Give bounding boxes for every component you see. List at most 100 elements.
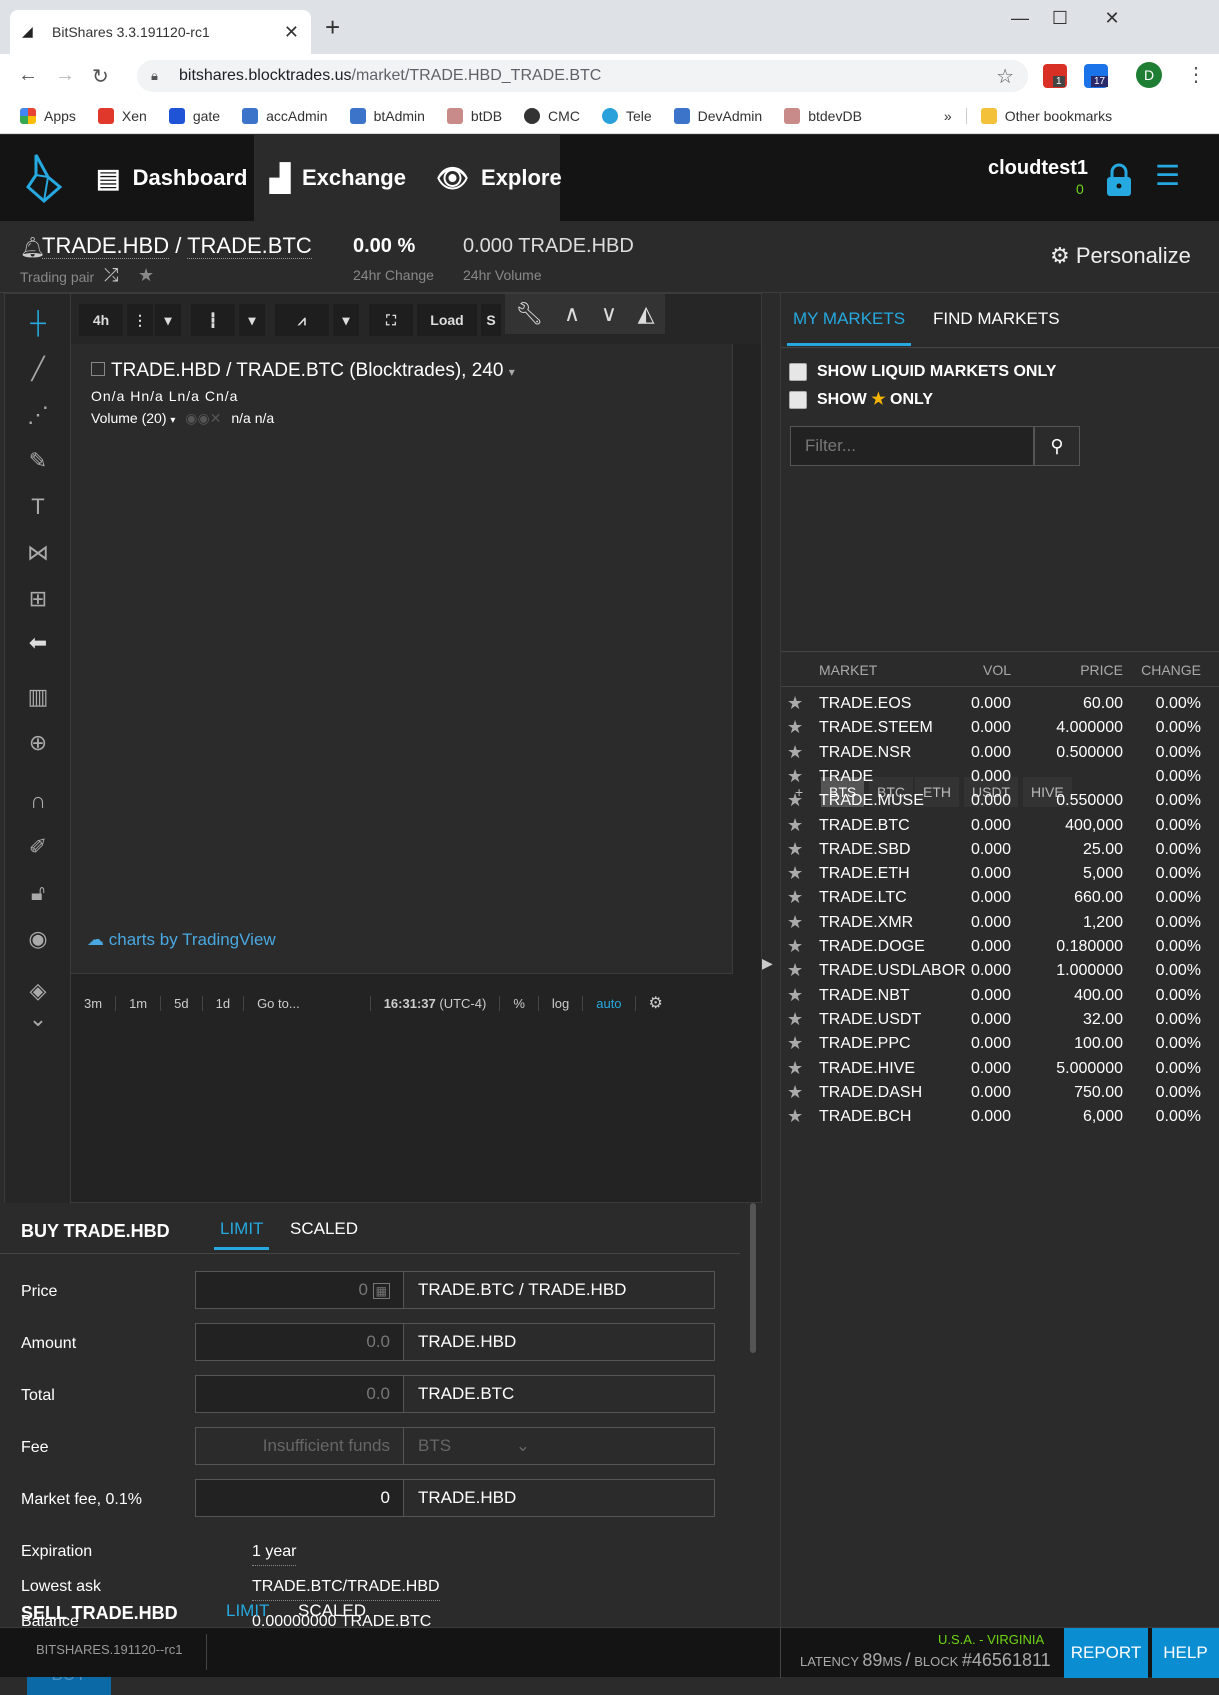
measure-tool-icon[interactable]: ⊞ bbox=[23, 586, 53, 612]
chart-canvas[interactable]: TRADE.HBD / TRADE.BTC (Blocktrades), 240… bbox=[71, 344, 733, 974]
reload-icon[interactable]: ↻ bbox=[92, 64, 109, 89]
profile-avatar[interactable]: D bbox=[1136, 62, 1162, 88]
market-row[interactable]: ★ TRADE.USDLABOR 0.000 1.000000 0.00% bbox=[781, 958, 1219, 984]
amount-input[interactable]: 0.0 bbox=[195, 1323, 405, 1361]
checkbox[interactable] bbox=[789, 390, 807, 409]
chevron-down-icon[interactable]: ▾ bbox=[509, 365, 515, 379]
scrollbar[interactable] bbox=[750, 1203, 756, 1353]
chevron-down-icon[interactable]: ∨ bbox=[601, 301, 617, 327]
address-bar[interactable]: 🔒︎ bitshares.blocktrades.us /market/TRAD… bbox=[137, 60, 1028, 92]
goto-date[interactable]: Go to... bbox=[244, 995, 371, 1011]
price-input[interactable]: 0 ▦ bbox=[195, 1271, 405, 1309]
bitshares-logo-icon[interactable] bbox=[26, 153, 63, 203]
percent-toggle[interactable]: % bbox=[500, 995, 539, 1011]
account-name[interactable]: cloudtest1 bbox=[988, 157, 1088, 180]
star-icon[interactable]: ★ bbox=[787, 912, 803, 933]
star-icon[interactable]: ★ bbox=[787, 1082, 803, 1103]
extension-icon[interactable]: 1 bbox=[1043, 64, 1067, 88]
collapse-icon[interactable] bbox=[91, 362, 105, 376]
star-icon[interactable]: ★ bbox=[787, 863, 803, 884]
bookmark-cmc[interactable]: CMC bbox=[524, 107, 580, 124]
checkbox[interactable] bbox=[789, 363, 807, 381]
star-icon[interactable]: ★ bbox=[787, 717, 803, 738]
market-row[interactable]: ★ TRADE.SBD 0.000 25.00 0.00% bbox=[781, 837, 1219, 863]
star-icon[interactable]: ★ bbox=[787, 693, 803, 714]
market-row[interactable]: ★ TRADE.NSR 0.000 0.500000 0.00% bbox=[781, 740, 1219, 766]
nav-dashboard[interactable]: ▤ Dashboard bbox=[80, 135, 264, 221]
liquid-only-checkbox[interactable]: SHOW LIQUID MARKETS ONLY bbox=[789, 363, 1056, 381]
market-row[interactable]: ★ TRADE.USDT 0.000 32.00 0.00% bbox=[781, 1007, 1219, 1033]
chart-settings-icon[interactable]: ⚙︎ bbox=[636, 993, 676, 1013]
star-icon[interactable]: ★ bbox=[787, 790, 803, 811]
report-button[interactable]: REPORT bbox=[1064, 1628, 1148, 1678]
range-3m[interactable]: 3m bbox=[71, 995, 117, 1011]
fib-tool-icon[interactable]: ⋰ bbox=[23, 402, 53, 428]
tab-scaled[interactable]: SCALED bbox=[290, 1219, 358, 1239]
hamburger-menu-icon[interactable]: ☰ bbox=[1155, 159, 1180, 192]
market-row[interactable]: ★ TRADE.DASH 0.000 750.00 0.00% bbox=[781, 1080, 1219, 1106]
crosshair-icon[interactable]: ┼ bbox=[23, 310, 53, 336]
header-market[interactable]: MARKET bbox=[819, 662, 877, 678]
market-row[interactable]: ★ TRADE.EOS 0.000 60.00 0.00% bbox=[781, 691, 1219, 717]
window-close-icon[interactable]: ✕ bbox=[1092, 8, 1132, 29]
pair-title[interactable]: TRADE.HBD / TRADE.BTC bbox=[42, 233, 312, 259]
bookmark-star-icon[interactable]: ☆ bbox=[996, 64, 1014, 89]
market-row[interactable]: ★ TRADE 0.000 0.00% bbox=[781, 764, 1219, 790]
candle-tool-icon[interactable]: ▥ bbox=[23, 684, 53, 710]
total-input[interactable]: 0.0 bbox=[195, 1375, 405, 1413]
pair-quote[interactable]: TRADE.BTC bbox=[187, 233, 312, 259]
bookmark-tele[interactable]: Tele bbox=[601, 107, 652, 124]
pattern-tool-icon[interactable]: ⋈ bbox=[23, 540, 53, 566]
text-tool-icon[interactable]: T bbox=[23, 494, 53, 520]
arrow-left-icon[interactable]: ⬅︎ bbox=[23, 630, 53, 656]
minimize-icon[interactable]: — bbox=[1000, 8, 1040, 29]
search-icon[interactable]: ⚲ bbox=[1034, 426, 1080, 466]
load-button[interactable]: Load bbox=[417, 304, 477, 336]
star-icon[interactable]: ★ bbox=[787, 887, 803, 908]
chevron-down-icon[interactable]: ▾ bbox=[239, 304, 265, 336]
header-price[interactable]: PRICE bbox=[1023, 662, 1123, 678]
bookmark-devadmin[interactable]: DevAdmin bbox=[673, 107, 762, 124]
interval-button[interactable]: 4h bbox=[79, 304, 123, 336]
star-icon[interactable]: ★ bbox=[787, 742, 803, 763]
maximize-icon[interactable]: ☐ bbox=[1040, 8, 1080, 29]
nav-exchange[interactable]: ▟ Exchange bbox=[254, 135, 420, 221]
area-chart-icon[interactable]: ◭ bbox=[638, 301, 655, 327]
magnet-icon[interactable]: ∩ bbox=[23, 788, 53, 814]
market-row[interactable]: ★ TRADE.LTC 0.000 660.00 0.00% bbox=[781, 885, 1219, 911]
market-row[interactable]: ★ TRADE.BCH 0.000 6,000 0.00% bbox=[781, 1104, 1219, 1130]
star-icon[interactable]: ★ bbox=[787, 815, 803, 836]
other-bookmarks[interactable]: Other bookmarks bbox=[965, 107, 1112, 124]
range-1m[interactable]: 1m bbox=[116, 995, 162, 1011]
new-tab-icon[interactable]: + bbox=[325, 14, 340, 40]
market-row[interactable]: ★ TRADE.HIVE 0.000 5.000000 0.00% bbox=[781, 1056, 1219, 1082]
fee-asset-select[interactable]: BTS ⌄ bbox=[403, 1427, 715, 1465]
lowest-ask-value[interactable]: TRADE.BTC/TRADE.HBD bbox=[252, 1578, 440, 1601]
chevron-down-icon[interactable]: ▾ bbox=[333, 304, 359, 336]
wrench-icon[interactable]: 🔧︎ bbox=[515, 301, 543, 327]
star-icon[interactable]: ★ bbox=[787, 1058, 803, 1079]
star-icon[interactable]: ★ bbox=[787, 936, 803, 957]
study-settings-icon[interactable]: ◉◉✕ bbox=[185, 410, 221, 426]
market-row[interactable]: ★ TRADE.PPC 0.000 100.00 0.00% bbox=[781, 1031, 1219, 1057]
market-row[interactable]: ★ TRADE.STEEM 0.000 4.000000 0.00% bbox=[781, 715, 1219, 741]
bookmark-btadmin[interactable]: btAdmin bbox=[349, 107, 425, 124]
tab-find-markets[interactable]: FIND MARKETS bbox=[933, 309, 1060, 329]
log-toggle[interactable]: log bbox=[539, 995, 584, 1011]
market-row[interactable]: ★ TRADE.ETH 0.000 5,000 0.00% bbox=[781, 861, 1219, 887]
bookmark-accadmin[interactable]: accAdmin bbox=[242, 107, 328, 124]
expiration-value[interactable]: 1 year bbox=[252, 1543, 297, 1566]
zoom-in-icon[interactable]: ⊕ bbox=[23, 730, 53, 756]
star-icon[interactable]: ★ bbox=[787, 1033, 803, 1054]
fullscreen-icon[interactable]: ⛶ bbox=[369, 304, 413, 336]
unlock-icon[interactable]: 🔓︎ bbox=[23, 880, 53, 906]
market-filter-input[interactable]: Filter... bbox=[790, 426, 1034, 466]
bookmark-gate[interactable]: gate bbox=[168, 107, 220, 124]
star-icon[interactable]: ★ bbox=[787, 1106, 803, 1127]
bookmarks-overflow[interactable]: » bbox=[944, 108, 952, 124]
flip-pair-icon[interactable]: ⤮ bbox=[104, 265, 118, 286]
forward-icon[interactable]: → bbox=[55, 64, 75, 87]
bookmark-btdevdb[interactable]: btdevDB bbox=[784, 107, 862, 124]
chevron-down-icon[interactable]: ▾ bbox=[170, 415, 175, 426]
nav-explore[interactable]: 👁︎ Explore bbox=[420, 135, 562, 221]
